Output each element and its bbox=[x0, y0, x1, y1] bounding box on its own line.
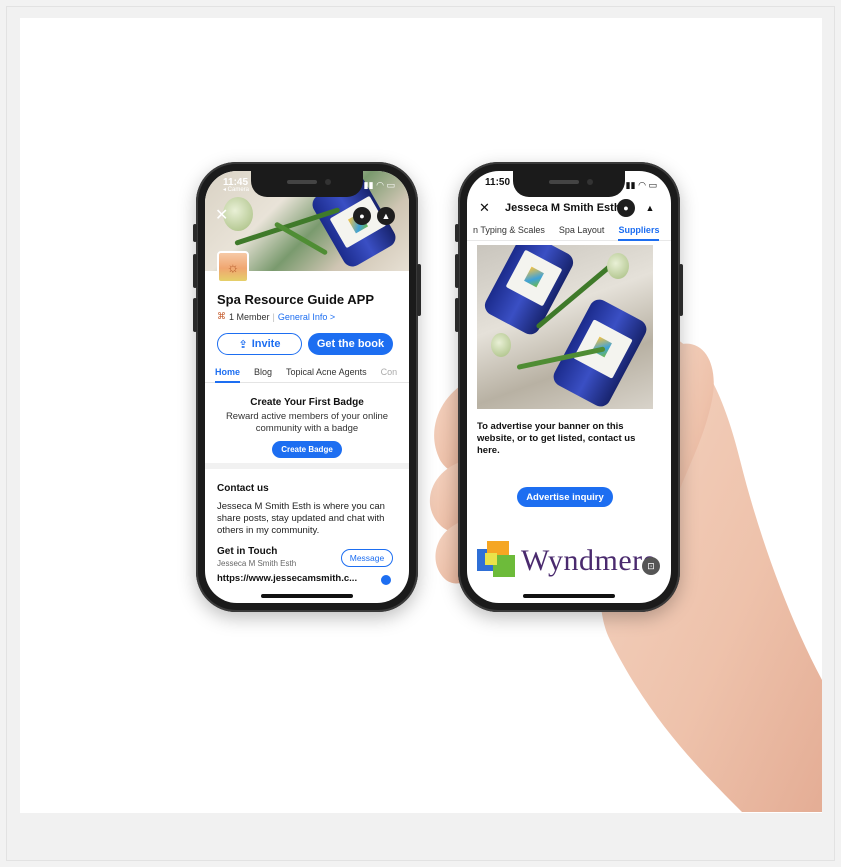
advertise-text: To advertise your banner on this website… bbox=[477, 421, 636, 456]
website-link[interactable]: https://www.jessecamsmith.c... bbox=[217, 573, 357, 584]
badge-title: Create Your First Badge bbox=[250, 397, 364, 408]
contact-title: Contact us bbox=[217, 483, 269, 494]
tab-spa-layout[interactable]: Spa Layout bbox=[559, 221, 605, 241]
badge-card: Create Your First Badge Reward active me… bbox=[205, 385, 409, 469]
home-indicator bbox=[261, 594, 353, 598]
wifi-icon: ◠ bbox=[376, 179, 384, 190]
tab-blog[interactable]: Blog bbox=[254, 361, 272, 383]
chat-icon[interactable]: ● bbox=[353, 207, 371, 225]
message-button[interactable]: Message bbox=[341, 549, 393, 567]
left-phone: 11:45 ◂ Camera ▮▮ ◠ ▭ ✕ ● ▲ ☼ Spa Resource… bbox=[193, 162, 421, 612]
status-time: 11:50 bbox=[485, 177, 511, 188]
battery-icon: ▭ bbox=[386, 179, 395, 190]
close-icon[interactable]: ✕ bbox=[215, 205, 228, 225]
get-the-book-button[interactable]: Get the book bbox=[308, 333, 393, 355]
header-title: Jesseca M Smith Esth bbox=[505, 202, 621, 214]
create-badge-button[interactable]: Create Badge bbox=[272, 441, 342, 458]
right-phone: 11:50 ▮▮ ◠ ▭ ✕ Jesseca M Smith Esth ● ▲ n … bbox=[455, 162, 683, 612]
wifi-icon: ◠ bbox=[638, 179, 646, 190]
general-info-link[interactable]: General Info > bbox=[278, 312, 335, 322]
bell-icon[interactable]: ▲ bbox=[377, 207, 395, 225]
group-title: Spa Resource Guide APP bbox=[217, 292, 375, 307]
right-phone-screen: 11:50 ▮▮ ◠ ▭ ✕ Jesseca M Smith Esth ● ▲ n … bbox=[467, 171, 671, 603]
tab-contact[interactable]: Con bbox=[381, 361, 398, 383]
left-phone-screen: 11:45 ◂ Camera ▮▮ ◠ ▭ ✕ ● ▲ ☼ Spa Resource… bbox=[205, 171, 409, 603]
group-tabs: Home Blog Topical Acne Agents Con bbox=[205, 361, 409, 383]
member-count: 1 Member bbox=[229, 311, 270, 322]
badge-description: Reward active members of your online com… bbox=[225, 411, 389, 434]
globe-icon bbox=[381, 575, 391, 585]
supplier-photo bbox=[477, 245, 653, 409]
battery-icon: ▭ bbox=[648, 179, 657, 190]
wyndmere-wordmark: Wyndmere bbox=[521, 544, 657, 577]
signal-icon: ▮▮ bbox=[625, 179, 636, 190]
tab-suppliers[interactable]: Suppliers bbox=[618, 221, 660, 241]
get-in-touch-title: Get in Touch bbox=[217, 546, 278, 557]
contact-body: Jesseca M Smith Esth is where you can sh… bbox=[217, 501, 385, 536]
advertise-inquiry-button[interactable]: Advertise inquiry bbox=[517, 487, 613, 507]
home-indicator bbox=[523, 594, 615, 598]
scan-icon[interactable]: ⊡ bbox=[642, 557, 660, 575]
page-tabs: n Typing & Scales Spa Layout Suppliers bbox=[467, 221, 671, 241]
group-logo: ☼ bbox=[217, 251, 249, 283]
tab-topical-acne-agents[interactable]: Topical Acne Agents bbox=[286, 361, 367, 383]
wyndmere-logo: Wyndmere bbox=[477, 541, 656, 581]
member-row: ⌘ 1 Member | General Info > bbox=[217, 311, 336, 322]
signal-icon: ▮▮ bbox=[363, 179, 374, 190]
page-header: ✕ Jesseca M Smith Esth ● ▲ bbox=[467, 197, 671, 219]
owner-name: Jesseca M Smith Esth bbox=[217, 559, 297, 568]
invite-button[interactable]: ⇪ Invite bbox=[217, 333, 302, 355]
member-icon: ⌘ bbox=[217, 311, 226, 321]
tab-typing-scales[interactable]: n Typing & Scales bbox=[473, 221, 545, 241]
wyndmere-mark bbox=[477, 541, 517, 581]
bell-icon[interactable]: ▲ bbox=[641, 199, 659, 217]
chat-icon[interactable]: ● bbox=[617, 199, 635, 217]
share-icon: ⇪ bbox=[238, 338, 248, 351]
close-icon[interactable]: ✕ bbox=[479, 200, 490, 216]
tab-home[interactable]: Home bbox=[215, 361, 241, 383]
hand-illustration bbox=[429, 328, 822, 812]
status-back-link[interactable]: ◂ Camera bbox=[223, 186, 249, 193]
